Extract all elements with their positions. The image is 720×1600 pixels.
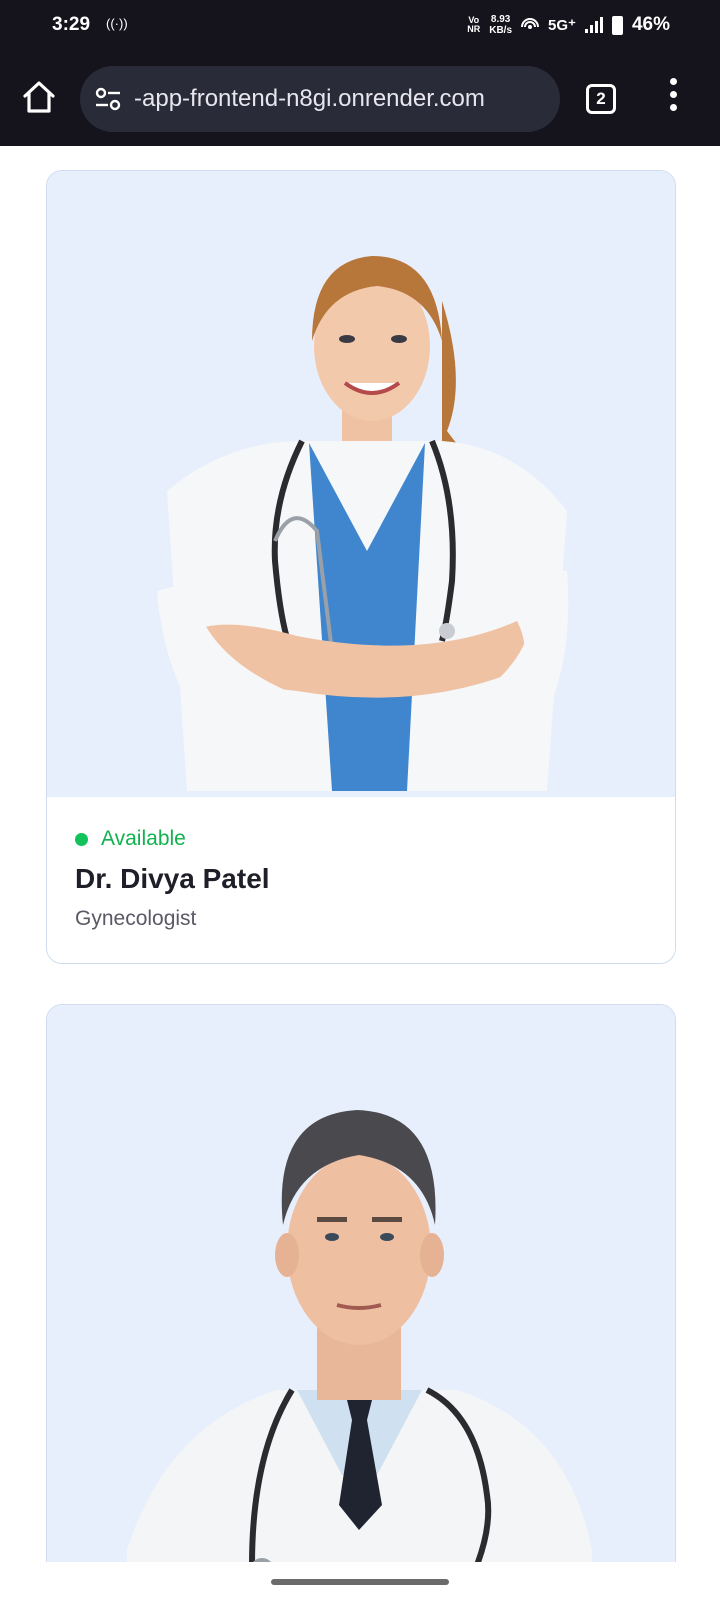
volte-indicator: Vo NR <box>467 15 481 34</box>
status-icons: Vo NR 8.93 KB/s 5G⁺ 46% <box>467 14 670 36</box>
gesture-handle[interactable] <box>271 1579 449 1585</box>
signal-icon <box>584 17 603 33</box>
network-speed: 8.93 KB/s <box>489 14 513 36</box>
status-dot-icon <box>75 832 88 846</box>
home-icon[interactable] <box>20 78 58 116</box>
network-type: 5G⁺ <box>548 17 576 34</box>
doctor-photo <box>47 1005 675 1562</box>
doctor-card[interactable] <box>46 1004 676 1562</box>
status-bar: 3:29 ((·)) Vo NR 8.93 KB/s 5G⁺ 46% <box>0 0 720 54</box>
url-text[interactable]: -app-frontend-n8gi.onrender.com <box>134 85 548 113</box>
wifi-calling-icon <box>521 18 540 29</box>
hotspot-icon: ((·)) <box>106 16 128 31</box>
doctor-specialty: Gynecologist <box>75 907 197 930</box>
page-content: Available Dr. Divya Patel Gynecologist <box>0 146 720 1562</box>
doctor-name: Dr. Divya Patel <box>75 863 270 894</box>
address-bar[interactable]: -app-frontend-n8gi.onrender.com <box>80 66 560 132</box>
doctor-card[interactable]: Available Dr. Divya Patel Gynecologist <box>46 170 676 964</box>
more-vert-icon[interactable] <box>666 78 680 118</box>
tabs-icon[interactable]: 2 <box>586 84 616 114</box>
doctor-info: Available Dr. Divya Patel Gynecologist <box>47 797 675 931</box>
browser-toolbar: -app-frontend-n8gi.onrender.com 2 <box>0 54 720 146</box>
gesture-bar <box>0 1562 720 1600</box>
clock: 3:29 <box>52 14 91 35</box>
site-settings-icon[interactable] <box>94 86 122 112</box>
availability: Available <box>75 827 647 851</box>
status-label: Available <box>101 827 186 850</box>
battery-icon <box>611 15 623 35</box>
doctor-photo <box>47 171 675 797</box>
battery-percent: 46% <box>631 14 670 35</box>
